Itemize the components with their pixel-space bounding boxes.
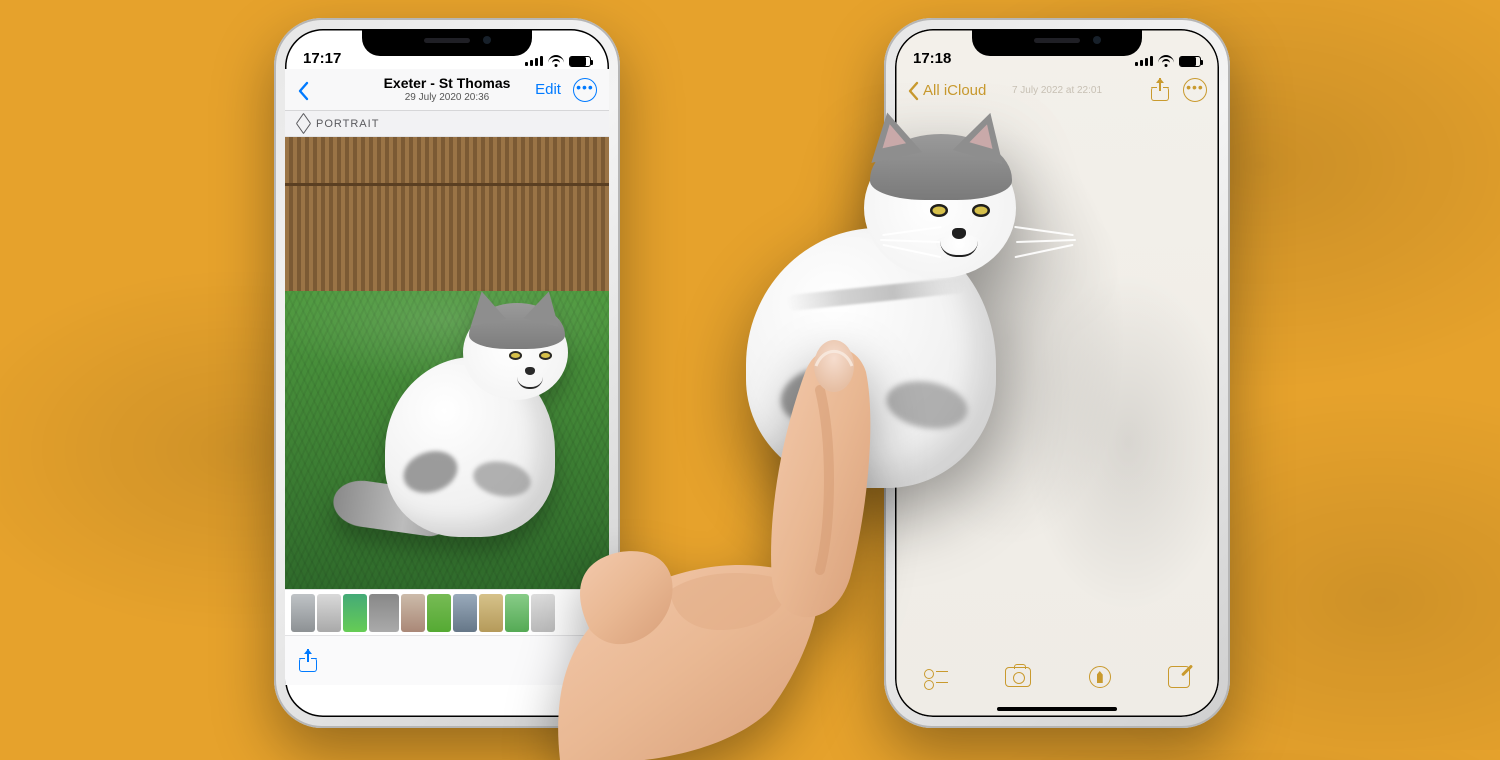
thumbnail[interactable] <box>343 594 367 632</box>
cellular-signal-icon <box>1135 56 1153 66</box>
user-hand-pointer <box>520 330 940 760</box>
battery-icon <box>569 56 591 67</box>
thumbnail[interactable] <box>317 594 341 632</box>
more-button[interactable]: ••• <box>573 78 597 102</box>
notes-back-button[interactable]: All iCloud <box>907 81 986 99</box>
compose-button[interactable] <box>1168 666 1190 688</box>
thumbnail[interactable] <box>453 594 477 632</box>
notes-back-label: All iCloud <box>923 82 986 99</box>
thumbnail-selected[interactable] <box>369 594 399 632</box>
chevron-left-icon <box>907 81 919 99</box>
camera-button[interactable] <box>1005 667 1031 687</box>
photo-title-block: Exeter - St Thomas 29 July 2020 20:36 <box>384 76 511 102</box>
edit-button[interactable]: Edit <box>535 81 561 98</box>
display-notch <box>362 29 532 56</box>
status-icons <box>525 55 591 67</box>
portrait-cube-icon <box>297 117 310 130</box>
notes-share-button[interactable] <box>1151 79 1169 101</box>
status-time: 17:17 <box>303 50 341 67</box>
thumbnail[interactable] <box>479 594 503 632</box>
back-button[interactable] <box>297 81 309 99</box>
wifi-icon <box>548 55 564 67</box>
cellular-signal-icon <box>525 56 543 66</box>
portrait-label: PORTRAIT <box>316 118 379 130</box>
portrait-mode-badge: PORTRAIT <box>285 111 609 137</box>
share-button[interactable] <box>299 650 317 672</box>
photo-background-fence <box>285 137 609 291</box>
status-icons <box>1135 55 1201 67</box>
notes-more-button[interactable]: ••• <box>1183 78 1207 102</box>
photo-date-subtitle: 29 July 2020 20:36 <box>384 92 511 103</box>
thumbnail[interactable] <box>401 594 425 632</box>
status-timeime: 17:18 <box>913 50 951 67</box>
display-notch <box>972 29 1142 56</box>
thumbnail[interactable] <box>291 594 315 632</box>
photo-location-title: Exeter - St Thomas <box>384 76 511 91</box>
home-indicator[interactable] <box>997 707 1117 711</box>
markup-button[interactable] <box>1089 666 1111 688</box>
thumbnail[interactable] <box>427 594 451 632</box>
notes-bottom-toolbar <box>895 655 1219 699</box>
notes-nav-bar: All iCloud 7 July 2022 at 22:01 ••• <box>895 69 1219 111</box>
battery-icon <box>1179 56 1201 67</box>
note-timestamp: 7 July 2022 at 22:01 <box>1012 85 1102 96</box>
wifi-icon <box>1158 55 1174 67</box>
photos-nav-bar: Exeter - St Thomas 29 July 2020 20:36 Ed… <box>285 69 609 111</box>
